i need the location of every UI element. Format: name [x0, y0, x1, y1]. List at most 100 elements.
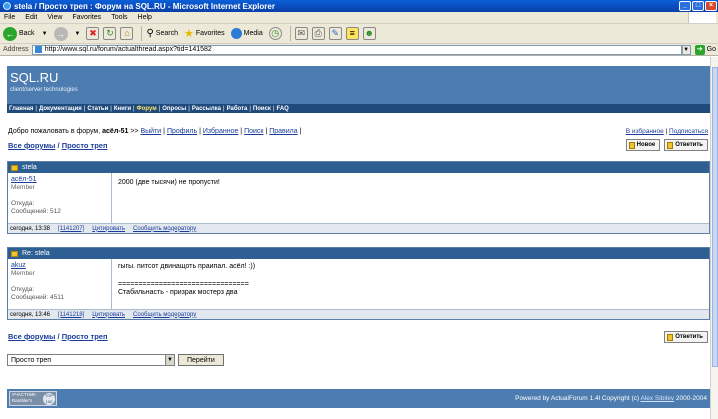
post-author-name[interactable]: akuz: [11, 262, 108, 269]
chevron-down-icon[interactable]: ▼: [165, 355, 174, 365]
forum-select[interactable]: Просто треп ▼: [7, 354, 175, 366]
address-input[interactable]: http://www.sql.ru/forum/actualthread.asp…: [31, 44, 682, 55]
site-logo[interactable]: SQL.RU: [10, 70, 58, 85]
post-author-panel: асёл-51 Member Откуда: Сообщений: 512: [8, 173, 112, 223]
forward-arrow-icon[interactable]: →: [53, 26, 68, 41]
nav-mailing[interactable]: Рассылка: [192, 106, 221, 112]
logout-link[interactable]: Выйти: [140, 128, 161, 135]
powered-text: Powered by ActualForum 1.4l Copyright (c…: [515, 395, 640, 402]
report-moderator-link[interactable]: Сообщить модератору: [133, 226, 196, 232]
ie-icon: [3, 2, 11, 10]
media-button[interactable]: Media: [230, 28, 263, 39]
quote-link[interactable]: Цитировать: [92, 226, 125, 232]
edit-icon[interactable]: ✎: [328, 27, 342, 40]
nav-forum[interactable]: Форум: [137, 106, 157, 112]
address-dropdown-icon[interactable]: ▼: [681, 44, 691, 55]
quote-link[interactable]: Цитировать: [92, 312, 125, 318]
nav-polls[interactable]: Опросы: [162, 106, 186, 112]
nav-jobs[interactable]: Работа: [227, 106, 248, 112]
badge-text: УЧАСТНИК Rambler's: [12, 392, 36, 403]
stop-icon[interactable]: ✖: [86, 27, 100, 40]
maximize-button[interactable]: □: [692, 1, 704, 11]
discuss-icon[interactable]: ≡: [345, 27, 359, 40]
rambler-top100-badge[interactable]: УЧАСТНИК Rambler's TOP 100: [9, 391, 57, 406]
post-date: сегодня, 13:38: [10, 225, 51, 232]
address-url: http://www.sql.ru/forum/actualthread.asp…: [44, 46, 212, 53]
star-icon: ★: [183, 28, 194, 40]
breadcrumb-all-forums[interactable]: Все форумы: [8, 141, 55, 150]
back-dropdown-icon[interactable]: ▼: [42, 31, 48, 37]
breadcrumb-current[interactable]: Просто треп: [62, 332, 108, 341]
close-button[interactable]: ×: [705, 1, 717, 11]
menu-view[interactable]: View: [47, 14, 62, 21]
menubar: File Edit View Favorites Tools Help: [0, 12, 718, 24]
page-icon: [34, 46, 42, 53]
post-message: 2000 (две тысячи) не пропусти!: [112, 173, 709, 223]
breadcrumb-current[interactable]: Просто треп: [62, 141, 108, 150]
site-footer: УЧАСТНИК Rambler's TOP 100 Powered by Ac…: [7, 389, 710, 408]
refresh-icon[interactable]: ↻: [103, 27, 117, 40]
favorites-label: Favorites: [195, 30, 225, 37]
author-link[interactable]: Alex Sibilev: [640, 395, 674, 402]
menu-edit[interactable]: Edit: [25, 14, 37, 21]
nav-home[interactable]: Главная: [9, 106, 33, 112]
reply-button-bottom[interactable]: Ответить: [664, 331, 708, 343]
rules-link[interactable]: Правила: [269, 128, 297, 135]
address-bar: Address http://www.sql.ru/forum/actualth…: [0, 44, 718, 56]
mail-icon[interactable]: ✉: [294, 27, 308, 40]
home-icon[interactable]: ⌂: [120, 27, 134, 40]
breadcrumb-all-forums[interactable]: Все форумы: [8, 332, 55, 341]
new-topic-button[interactable]: Новое: [625, 139, 661, 151]
post-message: гыгы. питсот двинащоть праипал. асёл! :)…: [112, 259, 709, 309]
search-label: Search: [155, 30, 178, 37]
menu-file[interactable]: File: [4, 14, 15, 21]
post-author-name[interactable]: асёл-51: [11, 176, 108, 183]
forum-go-button[interactable]: Перейти: [178, 354, 224, 366]
reply-button[interactable]: Ответить: [664, 139, 708, 151]
favorites-button[interactable]: ★ Favorites: [184, 27, 225, 40]
minimize-button[interactable]: _: [679, 1, 691, 11]
menu-help[interactable]: Help: [138, 14, 152, 21]
window-title: stela / Просто треп : Форум на SQL.RU - …: [14, 1, 275, 11]
report-moderator-link[interactable]: Сообщить модератору: [133, 312, 196, 318]
post-line: [118, 273, 703, 278]
search-button[interactable]: ⚲ Search: [146, 28, 178, 39]
forum-select-value: Просто треп: [11, 356, 52, 364]
menu-favorites[interactable]: Favorites: [72, 14, 101, 21]
vertical-scrollbar[interactable]: [710, 57, 718, 419]
reply-icon: [667, 333, 674, 341]
post-id-link[interactable]: [1141207]: [58, 226, 84, 232]
post-body: akuz Member Откуда: Сообщений: 4511 гыгы…: [8, 259, 709, 309]
add-to-favorites-link[interactable]: В избранное: [626, 128, 664, 135]
profile-link[interactable]: Профиль: [167, 128, 197, 135]
nav-search[interactable]: Поиск: [253, 106, 271, 112]
search-link[interactable]: Поиск: [244, 128, 263, 135]
scrollbar-thumb[interactable]: [712, 67, 718, 367]
go-button[interactable]: ➜ Go: [694, 44, 716, 55]
messenger-icon[interactable]: ☻: [362, 27, 376, 40]
post-author-panel: akuz Member Откуда: Сообщений: 4511: [8, 259, 112, 309]
print-icon[interactable]: ⎙: [311, 27, 325, 40]
post-author-role: Member: [11, 184, 35, 191]
post-header: Re: stela: [8, 248, 709, 259]
post-2: Re: stela akuz Member Откуда: Сообщений:…: [7, 247, 710, 320]
nav-docs[interactable]: Документация: [39, 106, 82, 112]
nav-articles[interactable]: Статьи: [87, 106, 108, 112]
post-1: stela асёл-51 Member Откуда: Сообщений: …: [7, 161, 710, 234]
reply-label: Ответить: [675, 334, 703, 340]
history-icon[interactable]: ◷: [268, 27, 282, 40]
nav-separator: |: [83, 105, 86, 112]
back-button[interactable]: ← Back: [3, 26, 35, 41]
go-label: Go: [706, 46, 716, 53]
nav-books[interactable]: Книги: [114, 106, 131, 112]
nav-faq[interactable]: FAQ: [277, 106, 289, 112]
subscribe-link[interactable]: Подписаться: [669, 128, 708, 135]
menu-tools[interactable]: Tools: [111, 14, 127, 21]
post-icon: [11, 250, 18, 257]
post-subject: stela: [22, 164, 37, 171]
welcome-arrows: >>: [130, 128, 139, 135]
media-icon: [230, 28, 242, 39]
post-id-link[interactable]: [1141218]: [58, 312, 84, 318]
favorites-link[interactable]: Избранное: [203, 128, 238, 135]
forward-dropdown-icon[interactable]: ▼: [75, 31, 81, 37]
